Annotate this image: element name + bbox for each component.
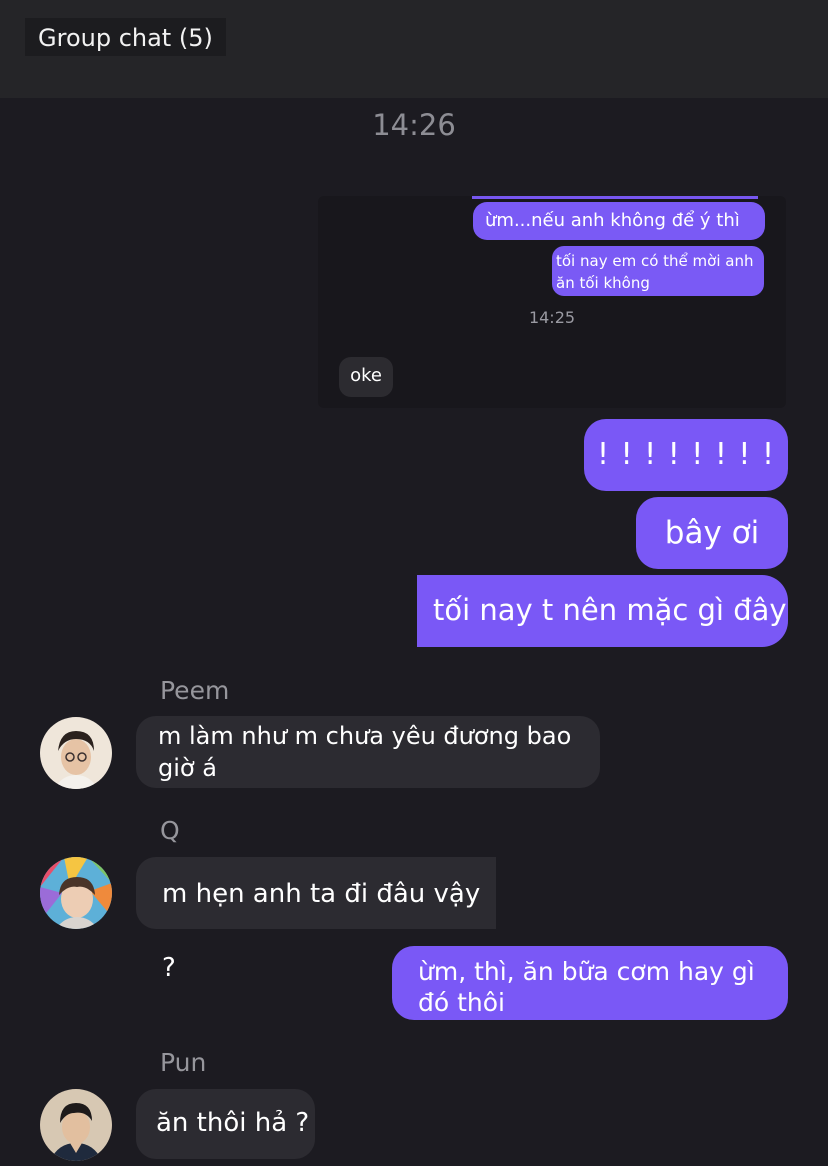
screenshot-message: ừm...nếu anh không để ý thì	[473, 202, 765, 240]
avatar[interactable]	[40, 717, 112, 789]
my-message-bubble[interactable]: bây ơi	[636, 497, 788, 569]
screenshot-timestamp: 14:25	[318, 308, 786, 327]
sender-name: Pun	[160, 1048, 207, 1077]
avatar[interactable]	[40, 1089, 112, 1161]
their-message-bubble[interactable]: m hẹn anh ta đi đâu vậy ?	[136, 857, 496, 983]
my-message-bubble[interactable]: ừm, thì, ăn bữa cơm hay gì đó thôi	[392, 946, 788, 1020]
chat-title[interactable]: Group chat (5)	[25, 18, 226, 56]
their-message-bubble[interactable]: m làm như m chưa yêu đương bao giờ á	[136, 716, 600, 788]
chat-header: Group chat (5)	[0, 0, 828, 98]
avatar[interactable]	[40, 857, 112, 929]
sender-name: Q	[160, 816, 180, 845]
screenshot-message: tối nay em có thể mời anh ăn tối không	[552, 246, 764, 296]
their-message-bubble[interactable]: ăn thôi hả ?	[136, 1089, 315, 1159]
my-message-bubble[interactable]: tối nay t nên mặc gì đây	[417, 575, 788, 647]
shared-screenshot[interactable]: ừm...nếu anh không để ý thì tối nay em c…	[318, 196, 786, 408]
screenshot-time-text: 14:25	[528, 308, 576, 327]
message-timestamp: 14:26	[372, 108, 456, 142]
sender-name: Peem	[160, 676, 230, 705]
cropped-bubble-edge	[472, 196, 758, 199]
screenshot-reply: oke	[339, 357, 393, 397]
my-message-bubble[interactable]: ! ! ! ! ! ! ! !	[584, 419, 788, 491]
